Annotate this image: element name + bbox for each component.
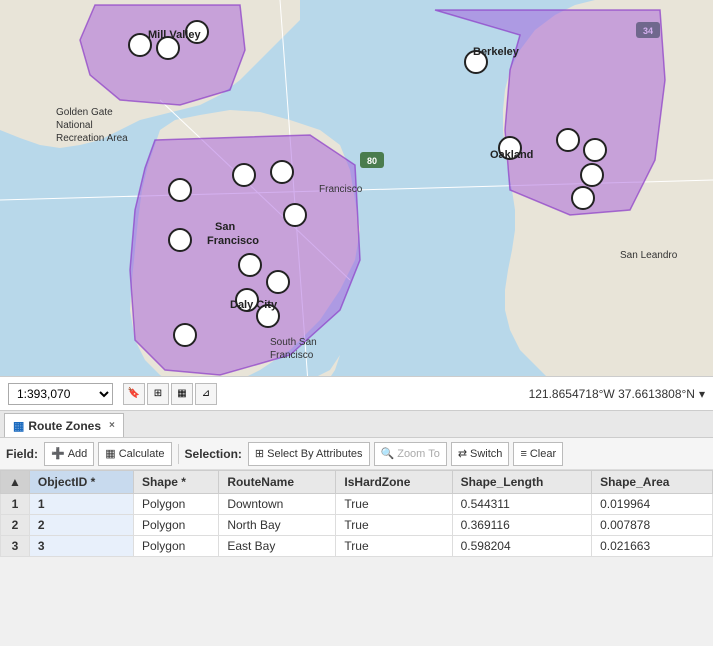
map-tools: 🔖 ⊞ ▦ ⊿: [123, 383, 217, 405]
table-toolbar: Field: ➕ Add ▦ Calculate Selection: ⊞ Se…: [0, 438, 713, 470]
svg-text:Recreation Area: Recreation Area: [56, 133, 128, 144]
cell-shape: Polygon: [133, 515, 218, 536]
add-label: Add: [68, 448, 88, 460]
cell-routename: North Bay: [219, 515, 336, 536]
add-button[interactable]: ➕ Add: [44, 442, 94, 466]
data-table: ▲ ObjectID * Shape * RouteName IsHardZon…: [0, 470, 713, 557]
svg-text:Golden Gate: Golden Gate: [56, 107, 113, 118]
table-header-row: ▲ ObjectID * Shape * RouteName IsHardZon…: [1, 471, 713, 494]
svg-text:80: 80: [367, 156, 377, 166]
table-row[interactable]: 11PolygonDowntownTrue0.5443110.019964: [1, 494, 713, 515]
table-icon[interactable]: ▦: [171, 383, 193, 405]
zoom-to-button[interactable]: 🔍 Zoom To: [374, 442, 447, 466]
field-label: Field:: [6, 447, 38, 461]
cell-ishardzone: True: [336, 515, 452, 536]
cell-ishardzone: True: [336, 536, 452, 557]
svg-text:San Leandro: San Leandro: [620, 250, 678, 261]
coordinates-text: 121.8654718°W 37.6613808°N: [529, 387, 695, 401]
table-tab-icon: ▦: [13, 419, 24, 433]
coordinates-dropdown-icon[interactable]: ▾: [699, 387, 705, 401]
tab-label: Route Zones: [28, 419, 101, 433]
cell-objectid: 1: [29, 494, 133, 515]
cell-shape_length: 0.369116: [452, 515, 592, 536]
cell-shape_area: 0.021663: [592, 536, 713, 557]
table-row[interactable]: 33PolygonEast BayTrue0.5982040.021663: [1, 536, 713, 557]
cell-objectid: 3: [29, 536, 133, 557]
add-icon: ➕: [51, 447, 65, 460]
sort-icon: ▲: [9, 475, 21, 489]
table-row[interactable]: 22PolygonNorth BayTrue0.3691160.007878: [1, 515, 713, 536]
calculate-button[interactable]: ▦ Calculate: [98, 442, 171, 466]
svg-text:South San: South San: [270, 337, 317, 348]
svg-text:Berkeley: Berkeley: [473, 46, 520, 58]
switch-label: Switch: [470, 448, 502, 460]
tab-bar: ▦ Route Zones ×: [0, 410, 713, 438]
col-header-shape-length[interactable]: Shape_Length: [452, 471, 592, 494]
svg-text:Francisco: Francisco: [207, 235, 259, 247]
spatial-bookmarks-icon[interactable]: ⊞: [147, 383, 169, 405]
svg-text:National: National: [56, 120, 93, 131]
col-header-ishardzone[interactable]: IsHardZone: [336, 471, 452, 494]
svg-text:Francisco: Francisco: [270, 350, 314, 361]
zoom-to-label: Zoom To: [397, 448, 440, 460]
cell-ishardzone: True: [336, 494, 452, 515]
map-toolbar: 1:393,070 🔖 ⊞ ▦ ⊿ 121.8654718°W 37.66138…: [0, 376, 713, 410]
cell-shape_area: 0.019964: [592, 494, 713, 515]
col-header-shape-area[interactable]: Shape_Area: [592, 471, 713, 494]
cell-shape_area: 0.007878: [592, 515, 713, 536]
col-header-shape[interactable]: Shape *: [133, 471, 218, 494]
switch-icon: ⇄: [458, 447, 467, 460]
zoom-icon: 🔍: [381, 447, 395, 460]
svg-text:Daly City: Daly City: [230, 299, 278, 311]
cell-shape: Polygon: [133, 494, 218, 515]
svg-text:Oakland: Oakland: [490, 149, 533, 161]
col-header-row: ▲: [1, 471, 30, 494]
select-icon[interactable]: ⊿: [195, 383, 217, 405]
table-body: 11PolygonDowntownTrue0.5443110.01996422P…: [1, 494, 713, 557]
row-number: 1: [1, 494, 30, 515]
bookmark-icon[interactable]: 🔖: [123, 383, 145, 405]
select-attr-icon: ⊞: [255, 447, 264, 460]
clear-label: Clear: [530, 448, 556, 460]
calculate-icon: ▦: [105, 447, 115, 460]
switch-button[interactable]: ⇄ Switch: [451, 442, 510, 466]
select-by-attributes-button[interactable]: ⊞ Select By Attributes: [248, 442, 370, 466]
select-by-attr-label: Select By Attributes: [267, 448, 362, 460]
route-zones-tab[interactable]: ▦ Route Zones ×: [4, 413, 124, 437]
cell-objectid: 2: [29, 515, 133, 536]
coordinates-display: 121.8654718°W 37.6613808°N ▾: [529, 387, 705, 401]
cell-shape: Polygon: [133, 536, 218, 557]
selection-label: Selection:: [185, 447, 242, 461]
col-header-routename[interactable]: RouteName: [219, 471, 336, 494]
calculate-label: Calculate: [119, 448, 165, 460]
svg-text:Mill Valley: Mill Valley: [148, 29, 201, 41]
toolbar-separator-1: [178, 444, 179, 464]
row-number: 3: [1, 536, 30, 557]
row-number: 2: [1, 515, 30, 536]
svg-text:Francisco: Francisco: [319, 184, 363, 195]
cell-routename: East Bay: [219, 536, 336, 557]
svg-text:San: San: [215, 221, 235, 233]
cell-shape_length: 0.598204: [452, 536, 592, 557]
cell-shape_length: 0.544311: [452, 494, 592, 515]
map-view[interactable]: 80 34 Mill: [0, 0, 713, 410]
attribute-table: ▦ Route Zones × Field: ➕ Add ▦ Calculate…: [0, 410, 713, 557]
scale-selector[interactable]: 1:393,070: [8, 383, 113, 405]
clear-button[interactable]: ≡ Clear: [513, 442, 563, 466]
tab-close-button[interactable]: ×: [109, 420, 115, 431]
cell-routename: Downtown: [219, 494, 336, 515]
col-header-objectid[interactable]: ObjectID *: [29, 471, 133, 494]
clear-icon: ≡: [520, 448, 526, 460]
